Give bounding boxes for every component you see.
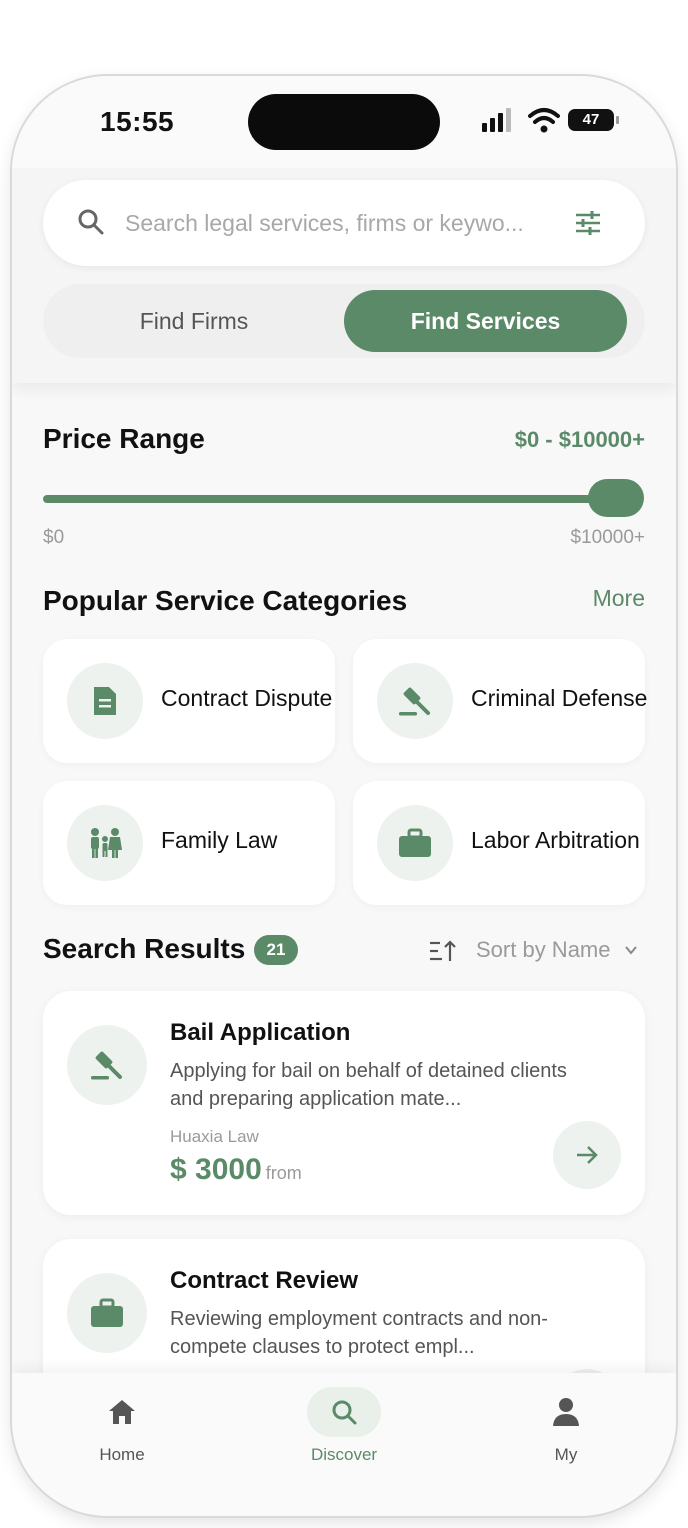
- result-card-bail-application[interactable]: Bail Application Applying for bail on be…: [43, 991, 645, 1215]
- tab-find-firms[interactable]: Find Firms: [49, 290, 339, 352]
- category-label: Contract Dispute: [161, 685, 333, 711]
- search-input[interactable]: [125, 202, 565, 244]
- more-link[interactable]: More: [593, 585, 645, 612]
- briefcase-icon: [67, 1273, 147, 1353]
- filter-icon[interactable]: [573, 208, 603, 238]
- category-label: Criminal Defense: [471, 685, 648, 711]
- category-label: Family Law: [161, 827, 278, 853]
- tab-my[interactable]: My: [506, 1387, 626, 1465]
- categories-title: Popular Service Categories: [43, 585, 408, 616]
- price-amount: $ 3000: [170, 1153, 262, 1186]
- family-icon: [67, 805, 143, 881]
- search-icon: [307, 1387, 381, 1437]
- gavel-icon: [67, 1025, 147, 1105]
- tab-discover[interactable]: Discover: [284, 1387, 404, 1465]
- home-icon: [85, 1387, 159, 1437]
- briefcase-icon: [377, 805, 453, 881]
- arrow-right-icon: [577, 1146, 598, 1164]
- price-from-label: from: [265, 1163, 302, 1183]
- gavel-icon: [377, 663, 453, 739]
- tab-label: Home: [99, 1445, 145, 1464]
- segment-control: Find Firms Find Services: [43, 284, 645, 358]
- category-card-contract-dispute[interactable]: Contract Dispute: [43, 639, 335, 763]
- sort-label[interactable]: Sort by Name: [476, 937, 611, 963]
- price-max-label: $10000+: [570, 527, 646, 548]
- result-title: Contract Review: [170, 1267, 359, 1294]
- person-icon: [529, 1387, 603, 1437]
- status-time: 15:55: [100, 106, 175, 137]
- arrow-right-button[interactable]: [553, 1121, 621, 1189]
- price-slider-track[interactable]: [43, 495, 623, 503]
- price-range-value: $0 - $10000+: [514, 427, 645, 452]
- price-slider-handle[interactable]: [588, 479, 644, 517]
- search-bar[interactable]: [43, 180, 645, 266]
- dynamic-island: [248, 94, 440, 150]
- status-bar: 15:55 47: [12, 76, 676, 168]
- result-title: Bail Application: [170, 1019, 351, 1046]
- price-range-title: Price Range: [43, 423, 205, 454]
- results-count-badge: 21: [254, 935, 298, 965]
- result-card-contract-review[interactable]: Contract Review Reviewing employment con…: [43, 1239, 645, 1373]
- result-price: $ 3000 from: [170, 1153, 302, 1187]
- category-card-family-law[interactable]: Family Law: [43, 781, 335, 905]
- sort-icon[interactable]: [428, 939, 458, 963]
- price-min-label: $0: [43, 527, 65, 548]
- tab-label: My: [554, 1445, 578, 1464]
- result-firm: Huaxia Law: [170, 1127, 259, 1146]
- signal-icon: [482, 108, 511, 132]
- result-description: Applying for bail on behalf of detained …: [170, 1060, 567, 1110]
- document-icon: [67, 663, 143, 739]
- result-description: Reviewing employment contracts and non-c…: [170, 1308, 548, 1358]
- tab-home[interactable]: Home: [62, 1387, 182, 1465]
- category-label: Labor Arbitration: [471, 827, 640, 853]
- category-card-labor-arbitration[interactable]: Labor Arbitration: [353, 781, 645, 905]
- wifi-icon: [528, 108, 560, 133]
- tab-find-services[interactable]: Find Services: [344, 290, 627, 352]
- bottom-tab-bar: Home Discover My: [12, 1373, 676, 1516]
- header: Find Firms Find Services: [12, 168, 676, 383]
- tab-label: Discover: [310, 1445, 378, 1464]
- battery-icon: 47: [568, 109, 619, 131]
- search-results-title: Search Results: [43, 933, 246, 964]
- chevron-down-icon[interactable]: [624, 943, 638, 957]
- main-content[interactable]: Price Range $0 - $10000+ $0 $10000+ Popu…: [12, 383, 676, 1373]
- category-card-criminal-defense[interactable]: Criminal Defense: [353, 639, 648, 763]
- phone-frame: 15:55 47 Search legal services, firms or…: [12, 76, 676, 1516]
- search-icon: [78, 209, 104, 235]
